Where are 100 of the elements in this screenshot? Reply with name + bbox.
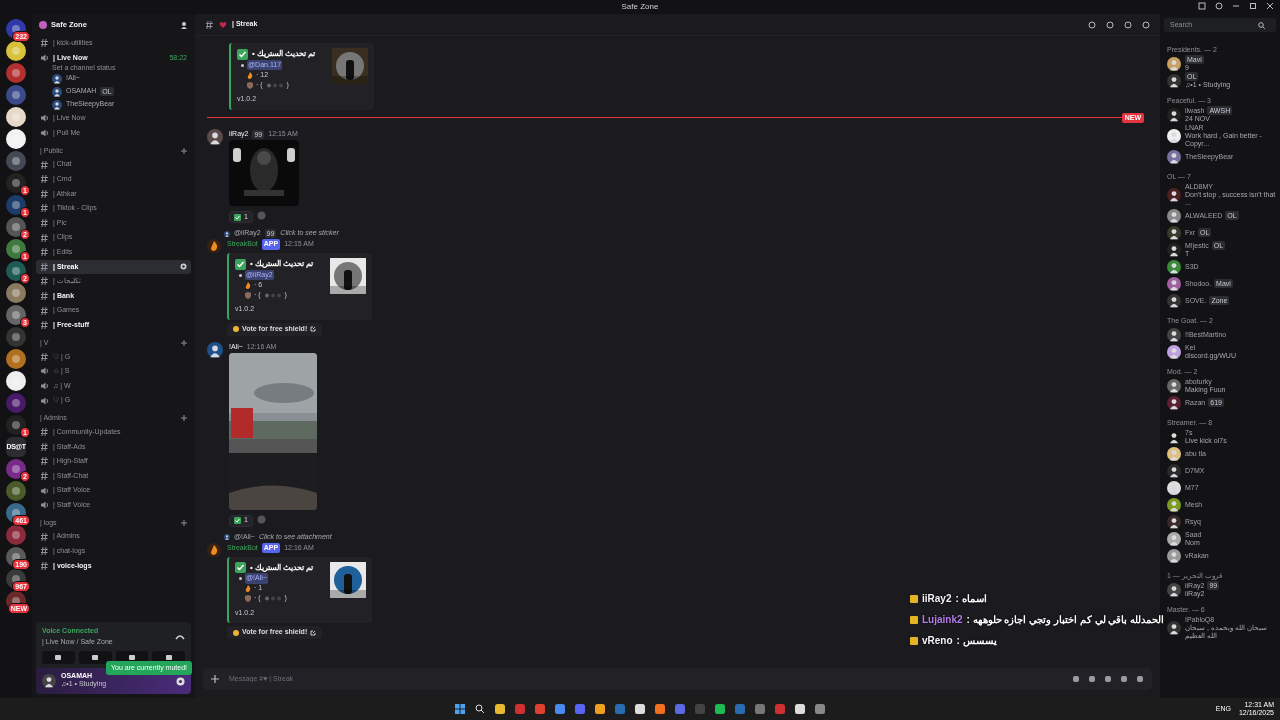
hash-icon	[40, 159, 49, 170]
settings-icon[interactable]	[180, 263, 187, 271]
avatar	[1167, 149, 1181, 164]
server-icon[interactable]	[6, 63, 26, 83]
avatar	[1167, 327, 1181, 342]
disconnect-icon[interactable]	[175, 632, 185, 641]
embed-title: تم تحديث الستريك •	[250, 561, 314, 574]
server-icon[interactable]	[6, 371, 26, 391]
server-icon	[39, 21, 47, 29]
coin-icon	[233, 629, 239, 636]
hash-icon	[205, 19, 214, 30]
chat-badge-icon	[910, 594, 918, 603]
avatar[interactable]	[42, 674, 56, 688]
avatar	[1167, 225, 1181, 240]
plus-icon[interactable]	[181, 415, 187, 422]
server-icon[interactable]	[6, 305, 26, 325]
embed-title: تم تحديث الستريك •	[252, 48, 316, 60]
server-icon[interactable]	[6, 415, 26, 435]
server-icon[interactable]	[6, 481, 26, 501]
server-icon[interactable]	[6, 41, 26, 61]
avatar	[1167, 514, 1181, 529]
server-icon[interactable]	[6, 459, 26, 479]
check-icon	[235, 562, 246, 573]
avatar	[1167, 107, 1181, 122]
server-icon[interactable]	[6, 239, 26, 259]
add-member-icon[interactable]	[180, 21, 188, 29]
embed-title: تم تحديث الستريك •	[250, 258, 314, 270]
chatter-name: Lujaink2	[922, 613, 963, 627]
hash-icon	[40, 38, 49, 49]
server-icon[interactable]	[6, 107, 26, 127]
hash-icon	[40, 531, 49, 542]
speaker-icon	[40, 128, 49, 139]
hash-icon	[40, 351, 49, 362]
speaker-icon	[40, 52, 49, 63]
speaker-icon	[40, 395, 49, 406]
avatar	[1167, 344, 1181, 359]
search-icon	[1258, 21, 1265, 29]
avatar	[1167, 480, 1181, 495]
avatar	[1167, 531, 1181, 546]
avatar	[1167, 187, 1181, 202]
hash-icon	[40, 203, 49, 214]
chatter-name: vReno	[922, 634, 953, 648]
fire-icon	[245, 281, 251, 289]
external-link-icon	[310, 629, 317, 636]
chatter-name: iiRay2	[922, 592, 952, 606]
server-icon[interactable]	[6, 195, 26, 215]
avatar	[1167, 276, 1181, 291]
search-icon[interactable]	[475, 704, 485, 714]
bullet-icon	[239, 577, 242, 580]
avatar	[1167, 259, 1181, 274]
hash-icon	[40, 427, 49, 438]
hash-icon	[40, 546, 49, 557]
speaker-icon	[40, 381, 49, 391]
server-icon[interactable]	[6, 129, 26, 149]
avatar	[1167, 128, 1181, 143]
speaker-icon	[40, 500, 49, 511]
server-icon[interactable]	[6, 283, 26, 303]
fire-avatar[interactable]	[207, 239, 221, 253]
hash-icon	[40, 174, 49, 185]
avatar	[52, 86, 62, 97]
speaker-icon	[40, 113, 49, 124]
check-icon	[235, 258, 246, 270]
settings-icon[interactable]	[176, 676, 185, 686]
avatar[interactable]	[207, 129, 223, 145]
chat-line: : يسسس	[956, 634, 997, 648]
hash-icon	[40, 232, 49, 243]
plus-icon[interactable]	[181, 340, 187, 346]
server-icon[interactable]	[6, 173, 26, 193]
avatar	[224, 534, 230, 540]
check-icon	[237, 48, 248, 60]
plus-icon[interactable]	[211, 675, 219, 683]
plus-icon[interactable]	[181, 147, 187, 154]
avatar	[1167, 208, 1181, 223]
shield-icon	[245, 595, 251, 602]
speaker-icon	[40, 366, 49, 377]
shield-slots-icon	[263, 292, 282, 298]
minimize-icon[interactable]	[1232, 2, 1240, 10]
avatar	[52, 99, 62, 110]
chat-line: : اسماه	[955, 592, 987, 606]
avatar	[1167, 73, 1181, 88]
check-icon	[234, 213, 241, 221]
avatar	[1167, 242, 1181, 257]
avatar[interactable]	[207, 341, 223, 358]
shield-icon	[245, 291, 251, 299]
bullet-icon	[239, 273, 242, 277]
fire-avatar[interactable]	[207, 542, 221, 557]
avatar	[1167, 620, 1181, 635]
fire-icon	[245, 585, 251, 592]
windows-start-icon[interactable]	[455, 704, 465, 714]
avatar	[1167, 395, 1181, 410]
server-icon[interactable]	[6, 349, 26, 369]
server-icon[interactable]	[6, 217, 26, 237]
hash-icon	[40, 276, 49, 287]
hash-icon	[40, 470, 49, 481]
check-icon	[234, 517, 241, 524]
chat-badge-icon	[910, 636, 918, 645]
plus-icon[interactable]	[181, 519, 187, 526]
maximize-icon[interactable]	[1249, 2, 1257, 10]
server-icon[interactable]	[6, 261, 26, 281]
close-icon[interactable]	[1266, 2, 1274, 10]
